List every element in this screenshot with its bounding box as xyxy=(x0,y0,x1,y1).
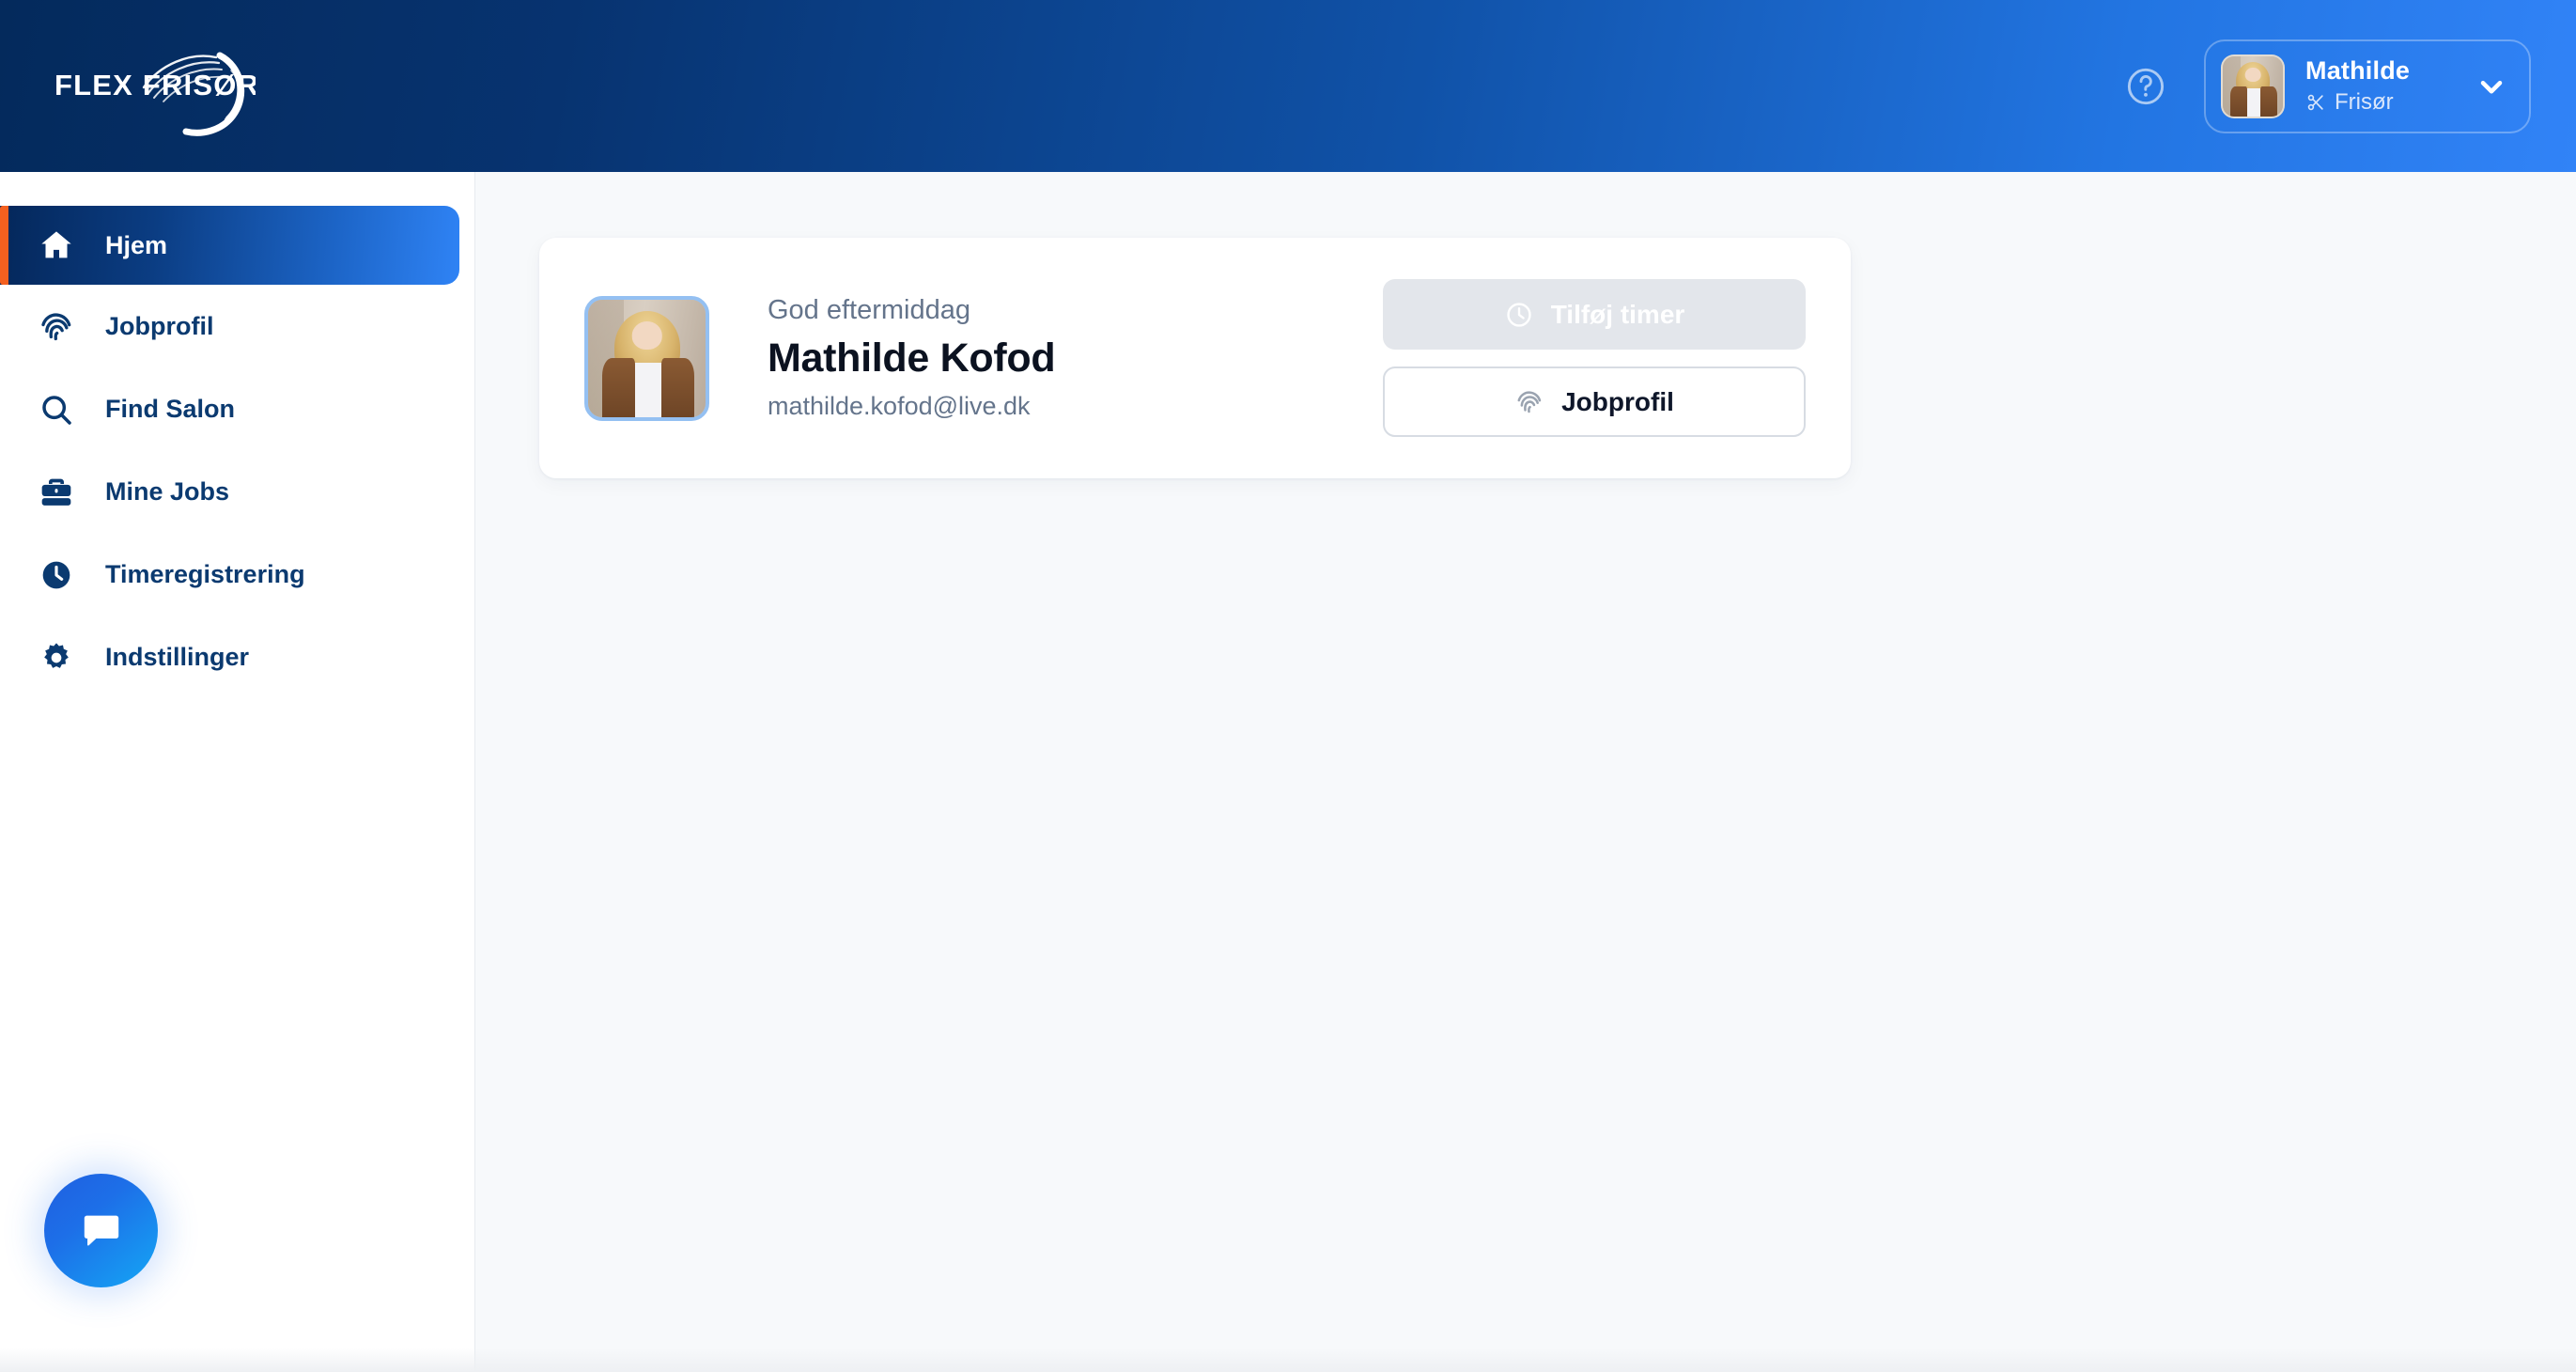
sidebar-item-label: Find Salon xyxy=(105,395,235,423)
profile-card: God eftermiddag Mathilde Kofod mathilde.… xyxy=(539,238,1851,478)
clock-icon xyxy=(1504,300,1534,330)
fingerprint-icon xyxy=(36,306,77,348)
home-icon xyxy=(36,225,77,266)
user-menu-button[interactable]: Mathilde Frisør xyxy=(2204,39,2531,133)
greeting-block: God eftermiddag Mathilde Kofod mathilde.… xyxy=(768,293,1056,424)
profile-card-actions: Tilføj timer Jobprofil xyxy=(1383,279,1806,437)
app-root: FLEX FRISØR Mathilde Frisør Hjem Jobprof… xyxy=(0,0,2576,1372)
sidebar-item-jobprofil[interactable]: Jobprofil xyxy=(0,286,474,367)
sidebar-item-label: Indstillinger xyxy=(105,643,250,671)
user-email: mathilde.kofod@live.dk xyxy=(768,392,1031,421)
sidebar-item-label: Mine Jobs xyxy=(105,477,230,506)
avatar xyxy=(2221,54,2285,118)
user-meta: Mathilde Frisør xyxy=(2305,56,2448,116)
fingerprint-icon xyxy=(1514,387,1544,417)
body-row: Hjem Jobprofil Find Salon Mine Jobs Time… xyxy=(0,172,2576,1372)
profile-avatar xyxy=(584,295,709,421)
hair-swoosh-icon: FLEX FRISØR xyxy=(54,52,256,136)
sidebar-item-label: Jobprofil xyxy=(105,312,214,340)
sidebar-item-indstillinger[interactable]: Indstillinger xyxy=(0,616,474,698)
user-menu-chevron[interactable] xyxy=(2475,70,2508,103)
gear-icon xyxy=(36,637,77,678)
help-button[interactable] xyxy=(2121,62,2170,111)
question-circle-icon xyxy=(2127,68,2165,104)
avatar-photo xyxy=(2223,55,2283,117)
greeting-text: God eftermiddag xyxy=(768,294,971,325)
chat-bubble-icon xyxy=(84,1215,118,1246)
chevron-down-icon xyxy=(2480,80,2503,93)
chat-widget-button[interactable] xyxy=(44,1174,158,1287)
jobprofil-button[interactable]: Jobprofil xyxy=(1383,366,1806,437)
profile-avatar-photo xyxy=(588,299,706,417)
main-content: God eftermiddag Mathilde Kofod mathilde.… xyxy=(475,172,2576,1372)
header-right-group: Mathilde Frisør xyxy=(2121,39,2540,133)
sidebar: Hjem Jobprofil Find Salon Mine Jobs Time… xyxy=(0,172,475,1372)
add-hours-label: Tilføj timer xyxy=(1550,299,1685,329)
clock-icon xyxy=(36,554,77,596)
sidebar-item-label: Timeregistrering xyxy=(105,560,305,588)
jobprofil-label: Jobprofil xyxy=(1561,386,1674,416)
user-role-label: Frisør xyxy=(2335,89,2394,116)
sidebar-item-label: Hjem xyxy=(105,230,168,259)
sidebar-item-find-salon[interactable]: Find Salon xyxy=(0,368,474,450)
add-hours-button[interactable]: Tilføj timer xyxy=(1383,279,1806,350)
briefcase-icon xyxy=(36,472,77,513)
sidebar-item-timeregistrering[interactable]: Timeregistrering xyxy=(0,534,474,616)
sidebar-item-hjem[interactable]: Hjem xyxy=(0,206,459,285)
app-header: FLEX FRISØR Mathilde Frisør xyxy=(0,0,2576,172)
profile-summary: God eftermiddag Mathilde Kofod mathilde.… xyxy=(584,293,1056,424)
search-icon xyxy=(36,389,77,430)
user-role: Frisør xyxy=(2305,89,2448,116)
page-title: Mathilde Kofod xyxy=(768,335,1056,382)
sidebar-item-mine-jobs[interactable]: Mine Jobs xyxy=(0,451,474,533)
brand-logo[interactable]: FLEX FRISØR xyxy=(43,0,256,172)
scissors-icon xyxy=(2307,94,2323,111)
sidebar-nav-list: Hjem Jobprofil Find Salon Mine Jobs Time… xyxy=(0,206,474,699)
brand-wordmark: FLEX FRISØR xyxy=(54,69,256,101)
user-name: Mathilde xyxy=(2305,56,2411,86)
